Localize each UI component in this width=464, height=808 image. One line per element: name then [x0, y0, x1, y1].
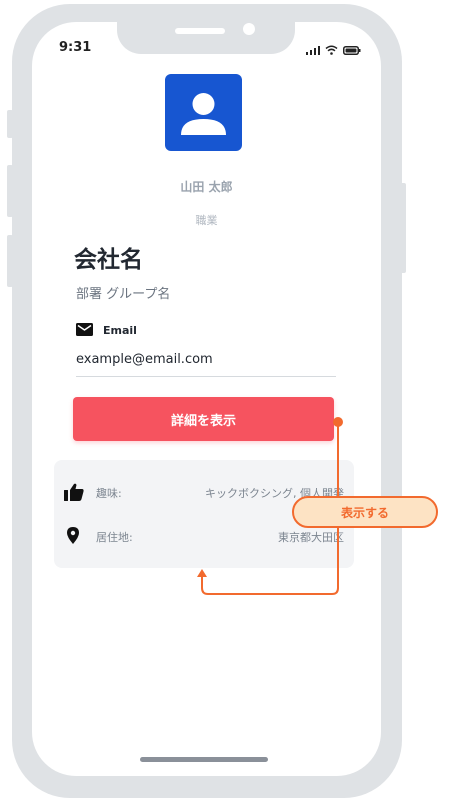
stage: 9:31 山田 太郎 職業 会社名 部署 グループ名 Email example…	[0, 0, 464, 808]
annotation-arrow	[197, 417, 343, 595]
annotation-bubble: 表示する	[292, 496, 438, 528]
